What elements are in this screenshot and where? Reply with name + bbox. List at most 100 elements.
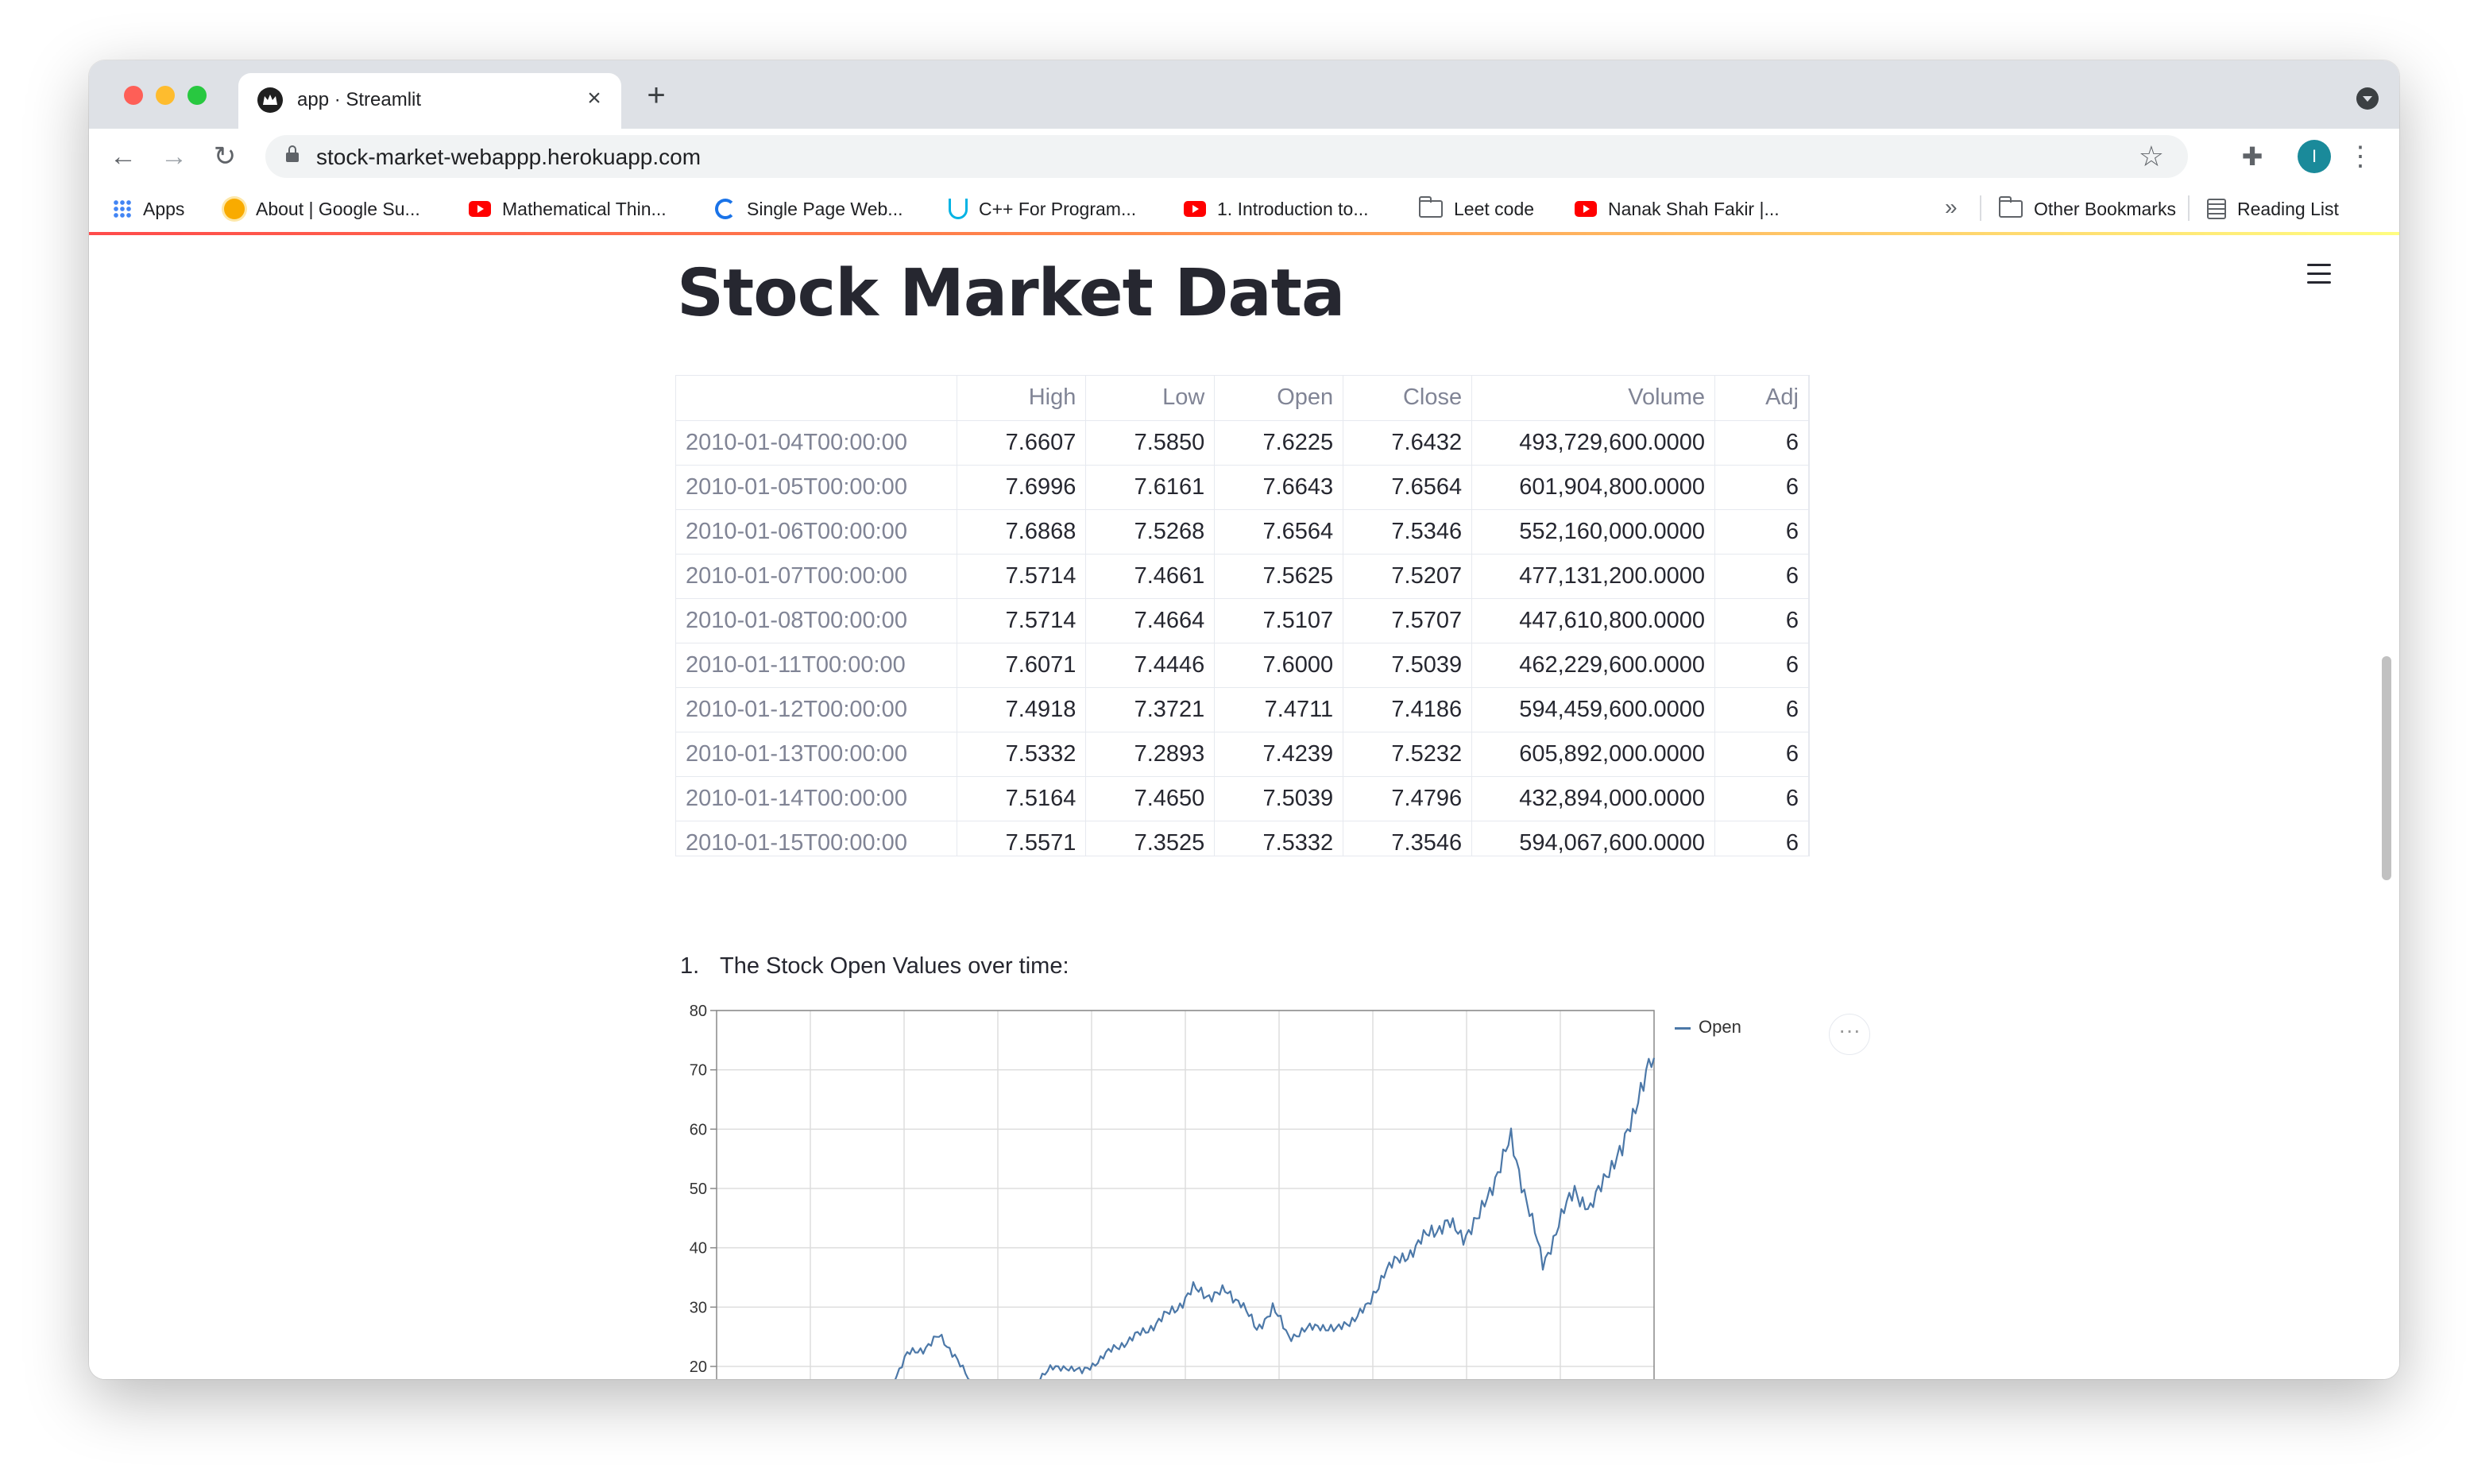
table-cell[interactable]: 7.6432 bbox=[1343, 420, 1473, 466]
table-cell[interactable]: 7.6161 bbox=[1085, 465, 1216, 510]
table-cell[interactable]: 7.4796 bbox=[1343, 776, 1473, 821]
table-cell[interactable]: 7.5164 bbox=[957, 776, 1087, 821]
dataframe-table[interactable]: High Low Open Close Volume Adj 2010-01-0… bbox=[675, 375, 1810, 856]
chart-actions-icon[interactable]: ··· bbox=[1829, 1014, 1870, 1055]
table-cell[interactable]: 7.5232 bbox=[1343, 732, 1473, 777]
table-cell[interactable]: 6 bbox=[1714, 509, 1809, 555]
close-window-button[interactable] bbox=[124, 86, 143, 105]
bookmark-single-page-web[interactable]: Single Page Web... bbox=[715, 197, 903, 221]
table-cell[interactable]: 6 bbox=[1714, 598, 1809, 643]
chart-legend[interactable]: Open bbox=[1675, 1017, 1741, 1038]
column-header[interactable] bbox=[676, 376, 958, 421]
bookmark-star-icon[interactable]: ☆ bbox=[2139, 140, 2164, 173]
table-cell[interactable]: 7.4918 bbox=[957, 687, 1087, 732]
table-cell[interactable]: 594,459,600.0000 bbox=[1471, 687, 1716, 732]
table-cell[interactable]: 7.6000 bbox=[1214, 643, 1344, 688]
hamburger-menu-icon[interactable] bbox=[2307, 264, 2331, 284]
table-cell[interactable]: 7.6564 bbox=[1214, 509, 1344, 555]
bookmark-leet-code[interactable]: Leet code bbox=[1419, 195, 1534, 221]
row-index-cell[interactable]: 2010-01-14T00:00:00 bbox=[676, 776, 958, 821]
table-cell[interactable]: 7.5268 bbox=[1085, 509, 1216, 555]
address-bar[interactable]: stock-market-webappp.herokuapp.com ☆ bbox=[265, 135, 2188, 178]
table-cell[interactable]: 7.4711 bbox=[1214, 687, 1344, 732]
table-cell[interactable]: 7.6643 bbox=[1214, 465, 1344, 510]
table-cell[interactable]: 6 bbox=[1714, 554, 1809, 599]
table-cell[interactable]: 7.6996 bbox=[957, 465, 1087, 510]
table-cell[interactable]: 7.5707 bbox=[1343, 598, 1473, 643]
column-header[interactable]: Open bbox=[1214, 376, 1344, 421]
table-cell[interactable]: 6 bbox=[1714, 465, 1809, 510]
profile-avatar[interactable]: I bbox=[2298, 140, 2331, 173]
bookmark-other-bookmarks[interactable]: Other Bookmarks bbox=[1999, 195, 2176, 221]
browser-tab[interactable]: app · Streamlit × bbox=[238, 73, 621, 129]
row-index-cell[interactable]: 2010-01-06T00:00:00 bbox=[676, 509, 958, 555]
table-cell[interactable]: 7.5714 bbox=[957, 598, 1087, 643]
browser-menu-icon[interactable]: ⋮ bbox=[2347, 140, 2374, 173]
table-cell[interactable]: 7.5107 bbox=[1214, 598, 1344, 643]
bookmark-introduction[interactable]: 1. Introduction to... bbox=[1184, 197, 1369, 221]
table-cell[interactable]: 447,610,800.0000 bbox=[1471, 598, 1716, 643]
table-cell[interactable]: 7.4661 bbox=[1085, 554, 1216, 599]
table-cell[interactable]: 493,729,600.0000 bbox=[1471, 420, 1716, 466]
table-cell[interactable]: 6 bbox=[1714, 821, 1809, 856]
column-header[interactable]: Close bbox=[1343, 376, 1473, 421]
bookmark-google-summer[interactable]: About | Google Su... bbox=[224, 197, 420, 221]
table-cell[interactable]: 6 bbox=[1714, 687, 1809, 732]
table-cell[interactable]: 7.3721 bbox=[1085, 687, 1216, 732]
bookmark-mathematical-thinking[interactable]: Mathematical Thin... bbox=[469, 197, 667, 221]
table-cell[interactable]: 7.5039 bbox=[1214, 776, 1344, 821]
tab-search-icon[interactable] bbox=[2356, 87, 2379, 110]
minimize-window-button[interactable] bbox=[156, 86, 175, 105]
bookmark-apps[interactable]: Apps bbox=[113, 197, 184, 221]
table-cell[interactable]: 552,160,000.0000 bbox=[1471, 509, 1716, 555]
maximize-window-button[interactable] bbox=[187, 86, 207, 105]
table-cell[interactable]: 6 bbox=[1714, 776, 1809, 821]
table-cell[interactable]: 7.6868 bbox=[957, 509, 1087, 555]
forward-icon[interactable]: → bbox=[157, 140, 191, 173]
table-cell[interactable]: 7.5039 bbox=[1343, 643, 1473, 688]
table-cell[interactable]: 462,229,600.0000 bbox=[1471, 643, 1716, 688]
reload-icon[interactable]: ↻ bbox=[208, 140, 242, 173]
table-cell[interactable]: 7.4186 bbox=[1343, 687, 1473, 732]
table-cell[interactable]: 7.3546 bbox=[1343, 821, 1473, 856]
row-index-cell[interactable]: 2010-01-15T00:00:00 bbox=[676, 821, 958, 856]
table-cell[interactable]: 7.2893 bbox=[1085, 732, 1216, 777]
table-cell[interactable]: 432,894,000.0000 bbox=[1471, 776, 1716, 821]
table-cell[interactable]: 6 bbox=[1714, 643, 1809, 688]
table-cell[interactable]: 7.3525 bbox=[1085, 821, 1216, 856]
row-index-cell[interactable]: 2010-01-13T00:00:00 bbox=[676, 732, 958, 777]
table-cell[interactable]: 7.5332 bbox=[957, 732, 1087, 777]
table-cell[interactable]: 477,131,200.0000 bbox=[1471, 554, 1716, 599]
table-cell[interactable]: 6 bbox=[1714, 732, 1809, 777]
table-cell[interactable]: 7.5571 bbox=[957, 821, 1087, 856]
open-values-line-chart[interactable]: 1020304050607080 bbox=[675, 1004, 1867, 1379]
table-cell[interactable]: 601,904,800.0000 bbox=[1471, 465, 1716, 510]
column-header[interactable]: Low bbox=[1085, 376, 1216, 421]
new-tab-button[interactable]: + bbox=[639, 78, 674, 113]
bookmark-cpp-for-programmers[interactable]: C++ For Program... bbox=[949, 197, 1136, 221]
close-tab-icon[interactable]: × bbox=[582, 86, 607, 111]
table-cell[interactable]: 7.5850 bbox=[1085, 420, 1216, 466]
column-header[interactable]: High bbox=[957, 376, 1087, 421]
back-icon[interactable]: ← bbox=[106, 140, 140, 173]
extensions-puzzle-icon[interactable]: ✚ bbox=[2236, 140, 2269, 173]
more-bookmarks-chevron-icon[interactable]: » bbox=[1945, 195, 1958, 219]
table-cell[interactable]: 7.4239 bbox=[1214, 732, 1344, 777]
column-header[interactable]: Adj bbox=[1714, 376, 1809, 421]
url-text[interactable]: stock-market-webappp.herokuapp.com bbox=[316, 145, 701, 170]
table-cell[interactable]: 7.4650 bbox=[1085, 776, 1216, 821]
table-cell[interactable]: 6 bbox=[1714, 420, 1809, 466]
table-cell[interactable]: 7.5625 bbox=[1214, 554, 1344, 599]
table-cell[interactable]: 7.6225 bbox=[1214, 420, 1344, 466]
table-cell[interactable]: 7.5332 bbox=[1214, 821, 1344, 856]
table-cell[interactable]: 7.6607 bbox=[957, 420, 1087, 466]
row-index-cell[interactable]: 2010-01-05T00:00:00 bbox=[676, 465, 958, 510]
row-index-cell[interactable]: 2010-01-12T00:00:00 bbox=[676, 687, 958, 732]
table-cell[interactable]: 7.4446 bbox=[1085, 643, 1216, 688]
table-cell[interactable]: 594,067,600.0000 bbox=[1471, 821, 1716, 856]
table-cell[interactable]: 7.4664 bbox=[1085, 598, 1216, 643]
table-cell[interactable]: 7.5207 bbox=[1343, 554, 1473, 599]
row-index-cell[interactable]: 2010-01-08T00:00:00 bbox=[676, 598, 958, 643]
table-cell[interactable]: 7.5714 bbox=[957, 554, 1087, 599]
reading-list-button[interactable]: Reading List bbox=[2207, 197, 2339, 221]
